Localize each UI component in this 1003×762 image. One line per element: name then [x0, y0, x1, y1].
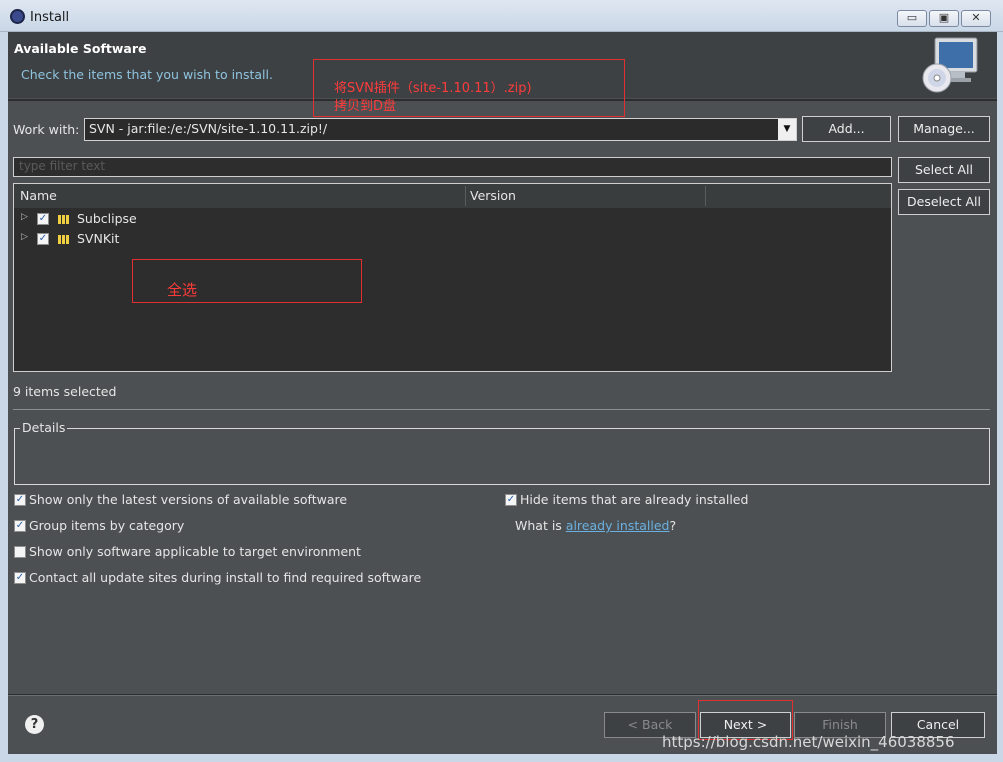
page-description: Check the items that you wish to install…: [21, 67, 273, 82]
status-divider: [13, 409, 990, 410]
category-icon: [58, 212, 72, 224]
manage-sites-button[interactable]: Manage...: [898, 116, 990, 142]
minimize-button[interactable]: ▭: [897, 10, 927, 27]
window-frame-right: [997, 32, 1003, 762]
option-label: Show only the latest versions of availab…: [29, 492, 348, 507]
details-group: Details: [14, 420, 990, 485]
tree-row-subclipse[interactable]: ▷ ✓ Subclipse: [14, 209, 891, 229]
latest-versions-checkbox[interactable]: ✓: [14, 494, 26, 506]
window-title: Install: [30, 10, 70, 25]
tree-header: Name Version: [14, 184, 891, 208]
tree-row-svnkit[interactable]: ▷ ✓ SVNKit: [14, 229, 891, 249]
close-button[interactable]: ✕: [961, 10, 991, 27]
subclipse-checkbox[interactable]: ✓: [37, 213, 49, 225]
footer-separator: [8, 694, 997, 696]
contact-sites-checkbox[interactable]: ✓: [14, 572, 26, 584]
annotation-select-all: 全选: [132, 259, 362, 303]
applicable-only-checkbox[interactable]: [14, 546, 26, 558]
column-version[interactable]: Version: [470, 188, 516, 203]
page-title: Available Software: [14, 41, 147, 56]
work-with-combo[interactable]: SVN - jar:file:/e:/SVN/site-1.10.11.zip!…: [84, 118, 797, 141]
add-site-button[interactable]: Add...: [802, 116, 891, 142]
tree-item-label: Subclipse: [77, 211, 137, 226]
eclipse-icon: [10, 9, 25, 24]
window-frame-left: [0, 32, 8, 762]
svnkit-checkbox[interactable]: ✓: [37, 233, 49, 245]
column-divider: [705, 186, 706, 206]
window-titlebar: Install ▭ ▣ ✕: [0, 0, 1003, 32]
filter-input[interactable]: type filter text: [13, 157, 892, 177]
annotation-line-1: 将SVN插件（site-1.10.11）.zip): [334, 81, 532, 96]
window-frame-bottom: [0, 754, 1003, 762]
work-with-value: SVN - jar:file:/e:/SVN/site-1.10.11.zip!…: [89, 121, 328, 136]
expand-arrow-icon[interactable]: ▷: [21, 232, 28, 242]
column-name[interactable]: Name: [20, 188, 57, 203]
category-icon: [58, 232, 72, 244]
maximize-button[interactable]: ▣: [929, 10, 959, 27]
group-by-category-checkbox[interactable]: ✓: [14, 520, 26, 532]
option-label: Hide items that are already installed: [520, 492, 749, 507]
column-divider: [465, 186, 466, 206]
already-installed-link[interactable]: already installed: [566, 518, 670, 533]
tree-item-label: SVNKit: [77, 231, 120, 246]
details-legend: Details: [20, 420, 68, 435]
annotation-copy-plugin: 将SVN插件（site-1.10.11）.zip) 拷贝到D盘: [313, 59, 625, 117]
help-icon[interactable]: ?: [25, 715, 44, 734]
option-label: Contact all update sites during install …: [29, 570, 422, 585]
what-is-suffix: ?: [669, 518, 677, 533]
annotation-line-2: 拷贝到D盘: [334, 99, 397, 114]
hide-installed-checkbox[interactable]: ✓: [505, 494, 517, 506]
selection-status: 9 items selected: [13, 384, 117, 399]
chevron-down-icon[interactable]: ▼: [778, 119, 796, 140]
what-is-installed: What is already installed?: [515, 518, 676, 533]
deselect-all-button[interactable]: Deselect All: [898, 189, 990, 215]
work-with-label: Work with:: [13, 122, 80, 137]
what-is-prefix: What is: [515, 518, 566, 533]
expand-arrow-icon[interactable]: ▷: [21, 212, 28, 222]
option-label: Group items by category: [29, 518, 185, 533]
select-all-button[interactable]: Select All: [898, 157, 990, 183]
watermark-text: https://blog.csdn.net/weixin_46038856: [662, 733, 955, 751]
monitor-cd-icon: [922, 37, 978, 93]
option-label: Show only software applicable to target …: [29, 544, 361, 559]
